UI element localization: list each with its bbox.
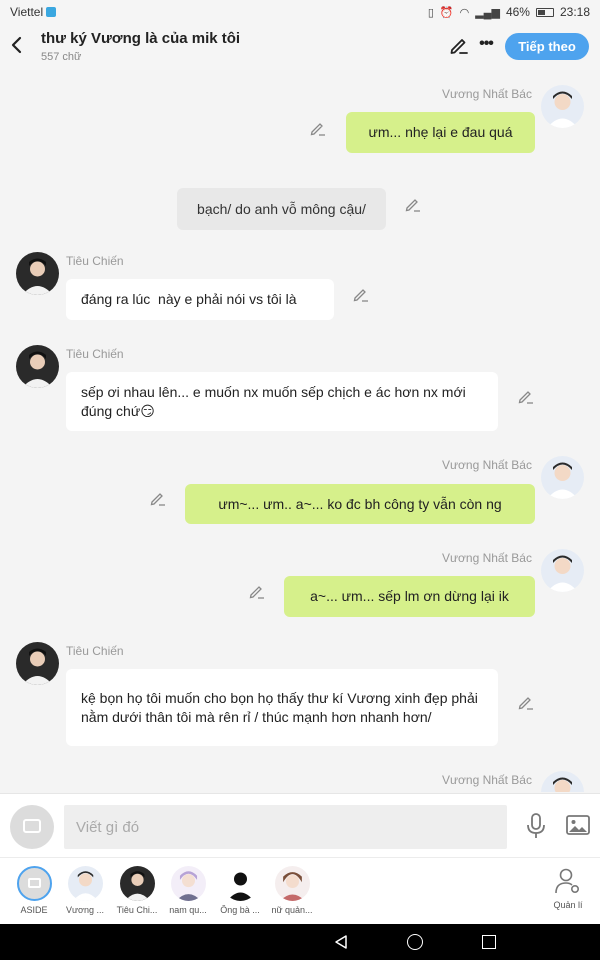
avatar-vuong[interactable] [541, 771, 584, 792]
vibrate-icon: ▯ [427, 6, 434, 19]
mic-button[interactable] [526, 813, 546, 839]
image-button[interactable] [566, 815, 590, 835]
character-bar: ASIDE Vương ... Tiêu Chi... nam qu... Ôn… [0, 857, 600, 924]
edit-message-icon[interactable] [518, 388, 534, 404]
sender-name: Vương Nhất Bác [442, 773, 532, 787]
carrier-name: Viettel [10, 5, 44, 19]
narration-bubble[interactable]: bạch/ do anh vỗ mông cậu/ [177, 188, 386, 230]
avatar-tieu-chien[interactable] [16, 345, 59, 388]
aside-toggle-button[interactable] [10, 805, 54, 849]
manage-label: Quản lí [553, 900, 583, 910]
avatar-vuong[interactable] [541, 456, 584, 499]
character-label: Ông bà ... [220, 905, 260, 915]
story-header: thư ký Vương là của mik tôi 557 chữ ••• … [0, 24, 600, 70]
character-label: ASIDE [20, 905, 48, 915]
sender-name: Tiêu Chiến [66, 254, 124, 268]
character-nam-quan-li[interactable]: nam qu... [161, 866, 215, 915]
message-bubble[interactable]: a~... ưm... sếp lm ơn dừng lại ik [284, 576, 535, 617]
manage-user-icon [555, 868, 579, 894]
sender-name: Tiêu Chiến [66, 347, 124, 361]
status-right: ▯ ⏰ ◠ ▂▄▆ 46% 23:18 [428, 5, 590, 19]
edit-button[interactable] [449, 35, 469, 55]
nav-back-button[interactable] [333, 934, 349, 950]
status-bar: Viettel ▯ ⏰ ◠ ▂▄▆ 46% 23:18 [0, 0, 600, 24]
edit-message-icon[interactable] [405, 196, 421, 212]
microphone-icon [527, 813, 545, 838]
message-bubble[interactable]: đáng ra lúc này e phải nói vs tôi là [66, 279, 334, 320]
nav-home-button[interactable] [407, 934, 423, 950]
character-avatar [119, 866, 155, 901]
wifi-icon: ◠ [459, 6, 470, 19]
carrier-badge-icon [46, 7, 57, 17]
aside-icon [27, 878, 41, 888]
message-input[interactable] [64, 805, 507, 849]
triangle-back-icon [335, 935, 347, 949]
edit-message-icon[interactable] [310, 120, 326, 136]
system-nav-bar [0, 924, 600, 960]
sender-name: Tiêu Chiến [66, 644, 124, 658]
character-avatar [170, 866, 206, 901]
character-label: Vương ... [66, 905, 104, 915]
avatar-vuong[interactable] [541, 85, 584, 128]
character-avatar [274, 866, 310, 901]
character-nu-quan-li[interactable]: nữ quản... [265, 866, 319, 915]
character-label: nữ quản... [271, 905, 313, 915]
avatar-vuong[interactable] [541, 549, 584, 592]
edit-message-icon[interactable] [150, 490, 166, 506]
more-icon[interactable]: ••• [476, 34, 496, 54]
pencil-icon [450, 39, 468, 54]
alarm-icon: ⏰ [439, 6, 454, 19]
sender-name: Vương Nhất Bác [442, 551, 532, 565]
sender-name: Vương Nhất Bác [442, 458, 532, 472]
composer [0, 793, 600, 857]
edit-message-icon[interactable] [353, 286, 369, 302]
message-bubble[interactable]: ưm~... ưm.. a~... ko đc bh công ty vẫn c… [185, 484, 535, 524]
clock: 23:18 [559, 5, 590, 19]
character-label: Tiêu Chi... [116, 905, 158, 915]
avatar-tieu-chien[interactable] [16, 642, 59, 685]
edit-message-icon[interactable] [518, 694, 534, 710]
aside-icon [23, 819, 41, 833]
character-vuong[interactable]: Vương ... [58, 866, 112, 915]
follow-button[interactable]: Tiếp theo [505, 33, 589, 60]
nav-recents-button[interactable] [482, 935, 496, 949]
signal-icon: ▂▄▆ [475, 6, 500, 19]
avatar-tieu-chien[interactable] [16, 252, 59, 295]
word-count: 557 chữ [41, 51, 82, 63]
image-icon [566, 815, 590, 835]
edit-message-icon[interactable] [249, 583, 265, 599]
character-label: nam qu... [169, 905, 207, 915]
battery-percent: 46% [505, 5, 530, 19]
aside-avatar [16, 866, 52, 901]
back-button[interactable] [8, 34, 26, 56]
character-avatar [67, 866, 103, 901]
character-tieu-chien[interactable]: Tiêu Chi... [110, 866, 164, 915]
message-bubble[interactable]: kệ bọn họ tôi muốn cho bọn họ thấy thư k… [66, 669, 498, 746]
story-title: thư ký Vương là của mik tôi [41, 30, 241, 47]
manage-button[interactable]: Quản lí [548, 866, 588, 910]
message-bubble[interactable]: ưm... nhẹ lại e đau quá [346, 112, 535, 153]
carrier: Viettel [10, 5, 57, 19]
chat-area[interactable]: Vương Nhất Bác ưm... nhẹ lại e đau quá b… [0, 70, 600, 792]
sender-name: Vương Nhất Bác [442, 87, 532, 101]
character-avatar [222, 866, 258, 901]
character-aside[interactable]: ASIDE [7, 866, 61, 915]
battery-icon [535, 7, 554, 17]
back-arrow-icon [11, 36, 22, 54]
character-ong-ba[interactable]: Ông bà ... [213, 866, 267, 915]
message-bubble[interactable]: sếp ơi nhau lên... e muốn nx muốn sếp ch… [66, 372, 498, 431]
